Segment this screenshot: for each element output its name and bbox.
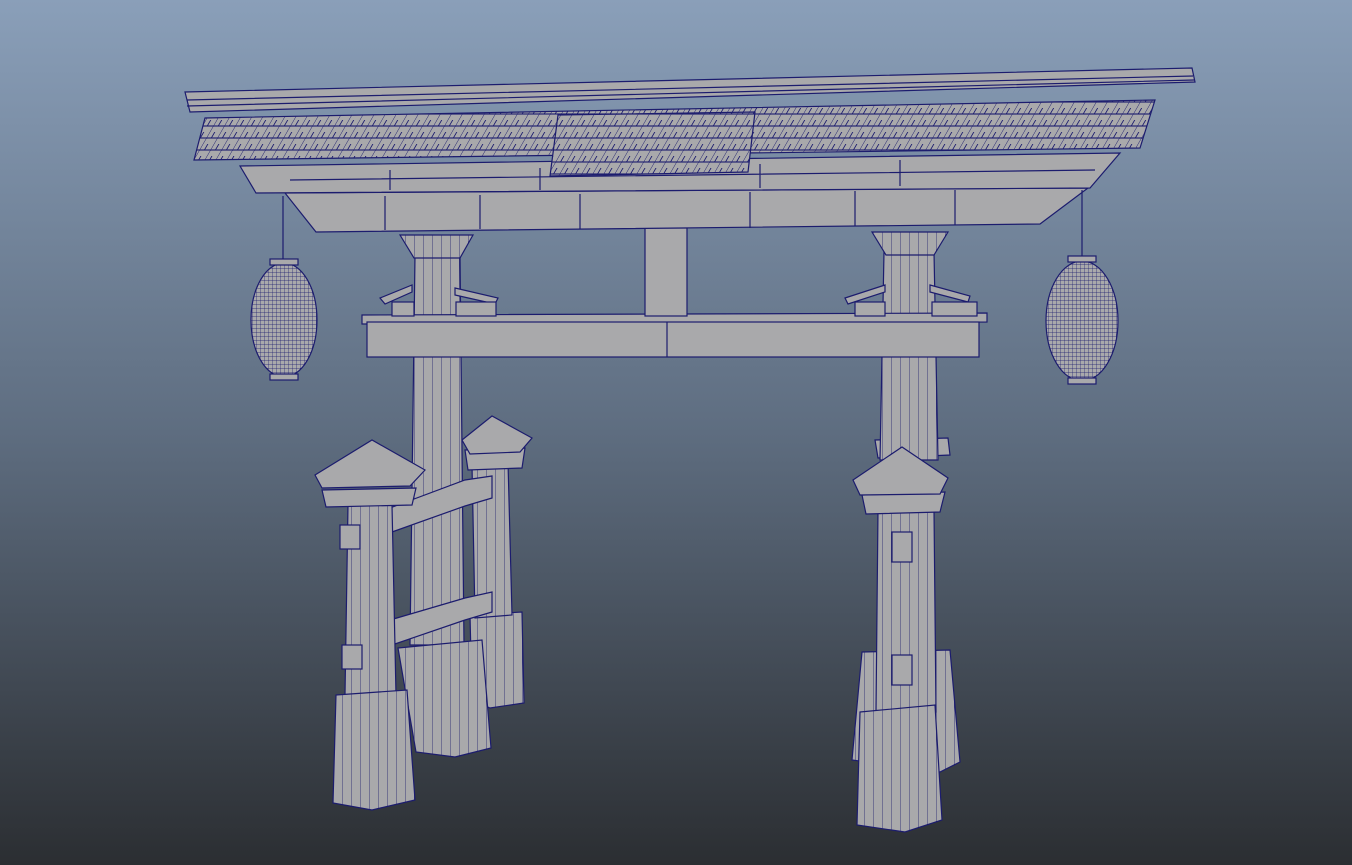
gakuzuka-strut[interactable] [644, 227, 688, 317]
viewport-canvas[interactable] [0, 0, 1352, 865]
3d-viewport[interactable] [0, 0, 1352, 865]
